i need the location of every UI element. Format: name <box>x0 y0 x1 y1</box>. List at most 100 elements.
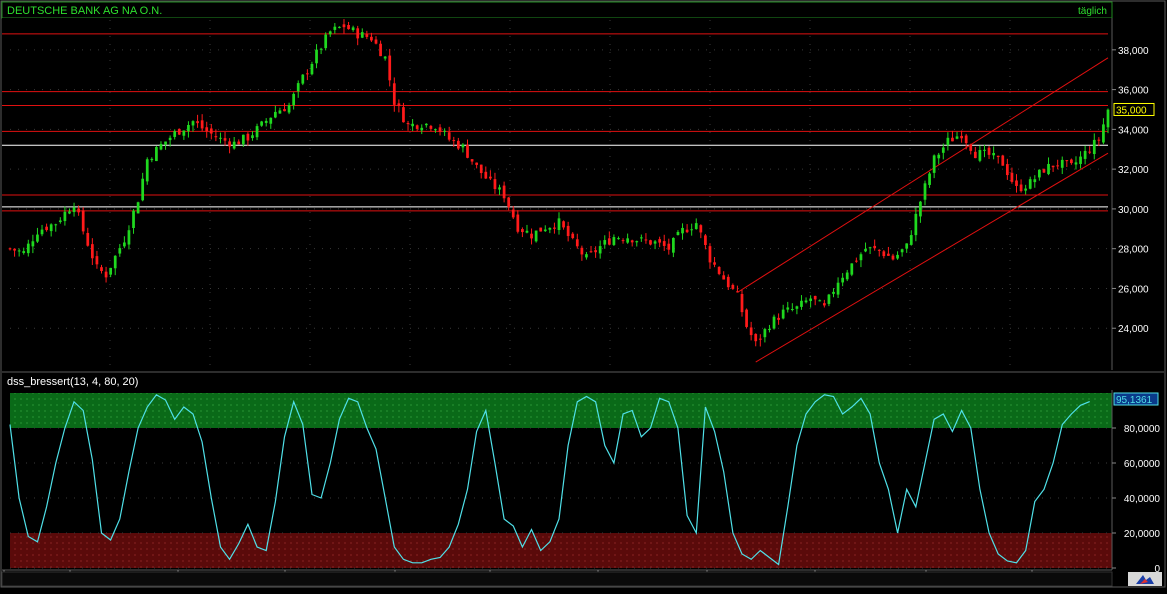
candle-body <box>260 121 263 126</box>
candle-body <box>699 225 703 233</box>
candle-body <box>896 254 899 259</box>
candle-body <box>1065 160 1069 162</box>
candle-body <box>127 230 131 245</box>
chart-canvas: DEUTSCHE BANK AG NA O.N. täglich 24,000 2… <box>0 0 1167 589</box>
candle-body <box>118 248 122 254</box>
candle-body <box>287 105 291 113</box>
candle-body <box>81 210 85 232</box>
candle-body <box>388 55 392 81</box>
candle-body <box>187 125 190 132</box>
candle-body <box>58 220 62 223</box>
candle-body <box>905 243 909 249</box>
candle-body <box>365 34 369 37</box>
candle-body <box>429 125 433 129</box>
candle-body <box>347 25 350 30</box>
candle-body <box>511 209 515 218</box>
candle-body <box>438 127 442 132</box>
candle-body <box>72 207 76 213</box>
candle-body <box>475 162 479 165</box>
candle-body <box>155 147 158 162</box>
candle-body <box>173 131 177 137</box>
candle-body <box>324 34 328 49</box>
candle-body <box>424 123 428 126</box>
candle-body <box>882 251 886 257</box>
candle-body <box>113 255 117 269</box>
candle-body <box>22 251 26 253</box>
candle-body <box>136 202 140 214</box>
candle-body <box>484 171 488 179</box>
candle-body <box>214 136 218 138</box>
candle-body <box>877 249 881 251</box>
candle-body <box>736 291 739 293</box>
period-label: täglich <box>1078 6 1107 17</box>
price-tick-label: 28,000 <box>1118 245 1149 256</box>
candle-body <box>411 123 414 127</box>
candle-body <box>726 276 730 288</box>
timeline-scrollbar[interactable] <box>1 571 1113 587</box>
candle-body <box>228 141 231 147</box>
candle-body <box>374 39 378 44</box>
candle-body <box>493 179 497 190</box>
candle-body <box>662 241 666 246</box>
candle-body <box>708 246 712 263</box>
candle-body <box>315 49 318 64</box>
candle-body <box>40 229 44 235</box>
candle-body <box>397 103 401 107</box>
candle-body <box>100 267 103 272</box>
candle-body <box>209 128 213 134</box>
candle-body <box>928 173 931 185</box>
candle-body <box>104 271 108 278</box>
candle-body <box>402 107 405 123</box>
candle-body <box>873 245 877 249</box>
candle-body <box>900 249 904 253</box>
oscillator-value-label: 95,1361 <box>1116 395 1153 406</box>
candle-body <box>200 120 204 129</box>
candle-body <box>507 197 511 208</box>
candle-body <box>813 295 817 300</box>
candle-body <box>17 250 21 252</box>
price-tick-label: 24,000 <box>1118 324 1149 335</box>
indicator-label: dss_bressert(13, 4, 80, 20) <box>7 376 138 388</box>
candle-body <box>859 254 863 261</box>
oscillator-tick-label: 40,0000 <box>1124 494 1161 505</box>
candle-body <box>864 248 867 252</box>
chart-corner-icon[interactable] <box>1128 572 1162 586</box>
candle-body <box>319 48 323 50</box>
candle-body <box>461 144 465 148</box>
candle-body <box>653 241 657 244</box>
candle-body <box>914 213 918 236</box>
candle-body <box>530 233 533 239</box>
candle-body <box>731 284 735 289</box>
candle-body <box>772 316 776 329</box>
candle-body <box>498 187 501 190</box>
candle-body <box>95 256 99 265</box>
candle-body <box>1038 169 1041 178</box>
candle-body <box>790 309 794 311</box>
candle-body <box>704 235 707 246</box>
candle-body <box>278 110 282 114</box>
candle-body <box>1001 155 1005 166</box>
candle-body <box>443 130 446 132</box>
candle-body <box>141 178 145 201</box>
candle-body <box>273 111 277 118</box>
candle-body <box>86 232 90 246</box>
candle-body <box>575 239 579 247</box>
candle-body <box>54 224 58 226</box>
candle-body <box>603 240 607 245</box>
candle-body <box>333 26 337 30</box>
candle-body <box>379 43 382 57</box>
candle-body <box>992 152 995 156</box>
candle-body <box>996 155 1000 158</box>
candle-body <box>168 137 172 141</box>
candle-body <box>781 309 785 319</box>
candle-body <box>630 240 634 243</box>
candle-body <box>36 234 39 242</box>
candle-body <box>31 241 35 247</box>
candle-body <box>951 137 954 142</box>
last-price-label: 35,000 <box>1116 105 1147 116</box>
candle-body <box>1097 139 1101 141</box>
candle-body <box>1015 180 1018 186</box>
candle-body <box>562 221 565 228</box>
candle-body <box>694 223 698 230</box>
candle-body <box>672 237 675 253</box>
